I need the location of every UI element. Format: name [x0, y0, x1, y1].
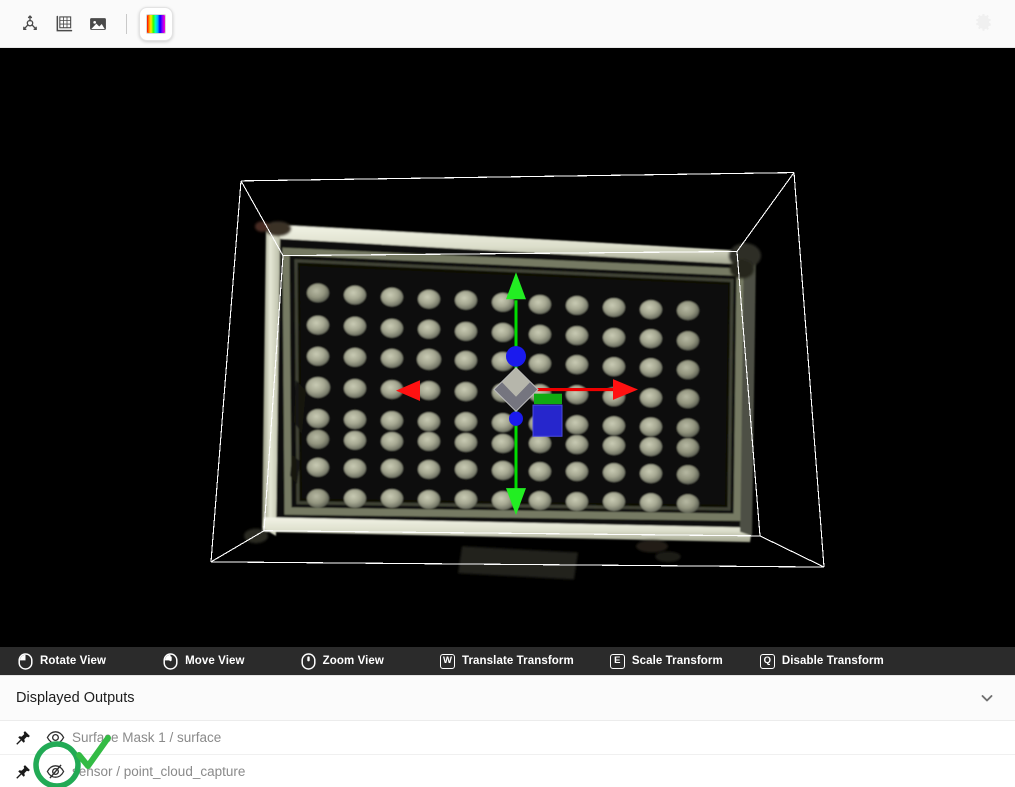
color-bar-swatch: [146, 13, 166, 34]
mouse-scroll-icon: [301, 652, 316, 670]
shortcut-label: Move View: [185, 655, 245, 667]
eye-off-icon[interactable]: [38, 762, 72, 781]
top-toolbar: [0, 0, 1015, 48]
3d-viewport[interactable]: [0, 48, 1015, 647]
image-icon[interactable]: [82, 8, 114, 40]
page-title: Displayed Outputs: [16, 690, 135, 706]
shortcut-label: Rotate View: [40, 655, 107, 667]
shortcut-scale-transform[interactable]: E Scale Transform: [609, 653, 723, 669]
grid-icon[interactable]: [48, 8, 80, 40]
point-cloud-object: [244, 221, 761, 580]
shortcut-zoom-view[interactable]: Zoom View: [301, 652, 384, 670]
mouse-left-icon: [18, 652, 33, 670]
shortcut-disable-transform[interactable]: Q Disable Transform: [759, 653, 884, 669]
chevron-down-icon[interactable]: [975, 686, 999, 710]
pin-icon[interactable]: [16, 730, 38, 745]
application-window: Rotate View Move View Zoom View W Transl…: [0, 0, 1015, 787]
axes-origin-icon[interactable]: [14, 8, 46, 40]
toolbar-divider: [126, 13, 127, 34]
gizmo-scale-box: [533, 405, 562, 437]
shortcut-label: Disable Transform: [781, 655, 884, 667]
gizmo-z-handle-bottom: [509, 411, 523, 426]
list-item[interactable]: sensor / point_cloud_capture: [0, 754, 1015, 787]
pin-icon[interactable]: [16, 764, 38, 779]
displayed-outputs-header[interactable]: Displayed Outputs: [0, 676, 1015, 721]
shortcut-label: Scale Transform: [631, 655, 723, 667]
shortcut-bar: Rotate View Move View Zoom View W Transl…: [0, 647, 1015, 675]
shortcut-translate-transform[interactable]: W Translate Transform: [439, 653, 574, 669]
shortcut-move-view[interactable]: Move View: [163, 652, 245, 670]
output-name: Surface Mask 1 / surface: [72, 730, 222, 745]
displayed-outputs-panel: Displayed Outputs Surface Mask 1 / surfa…: [0, 675, 1015, 787]
gear-icon[interactable]: [967, 7, 1001, 41]
color-bar-icon[interactable]: [139, 6, 173, 41]
shortcut-label: Translate Transform: [461, 655, 574, 667]
gizmo-z-handle-top: [506, 345, 526, 367]
list-item[interactable]: Surface Mask 1 / surface: [0, 721, 1015, 754]
key-e-icon: E: [609, 653, 625, 669]
output-name: sensor / point_cloud_capture: [72, 763, 246, 779]
viewport-canvas[interactable]: [0, 48, 1015, 647]
shortcut-rotate-view[interactable]: Rotate View: [18, 652, 107, 670]
mouse-middle-icon: [163, 652, 178, 670]
key-q-icon: Q: [759, 653, 775, 669]
shortcut-label: Zoom View: [322, 655, 384, 667]
key-w-icon: W: [439, 653, 455, 669]
gizmo-yz-plane-handle: [534, 393, 562, 405]
eye-icon[interactable]: [38, 728, 72, 747]
